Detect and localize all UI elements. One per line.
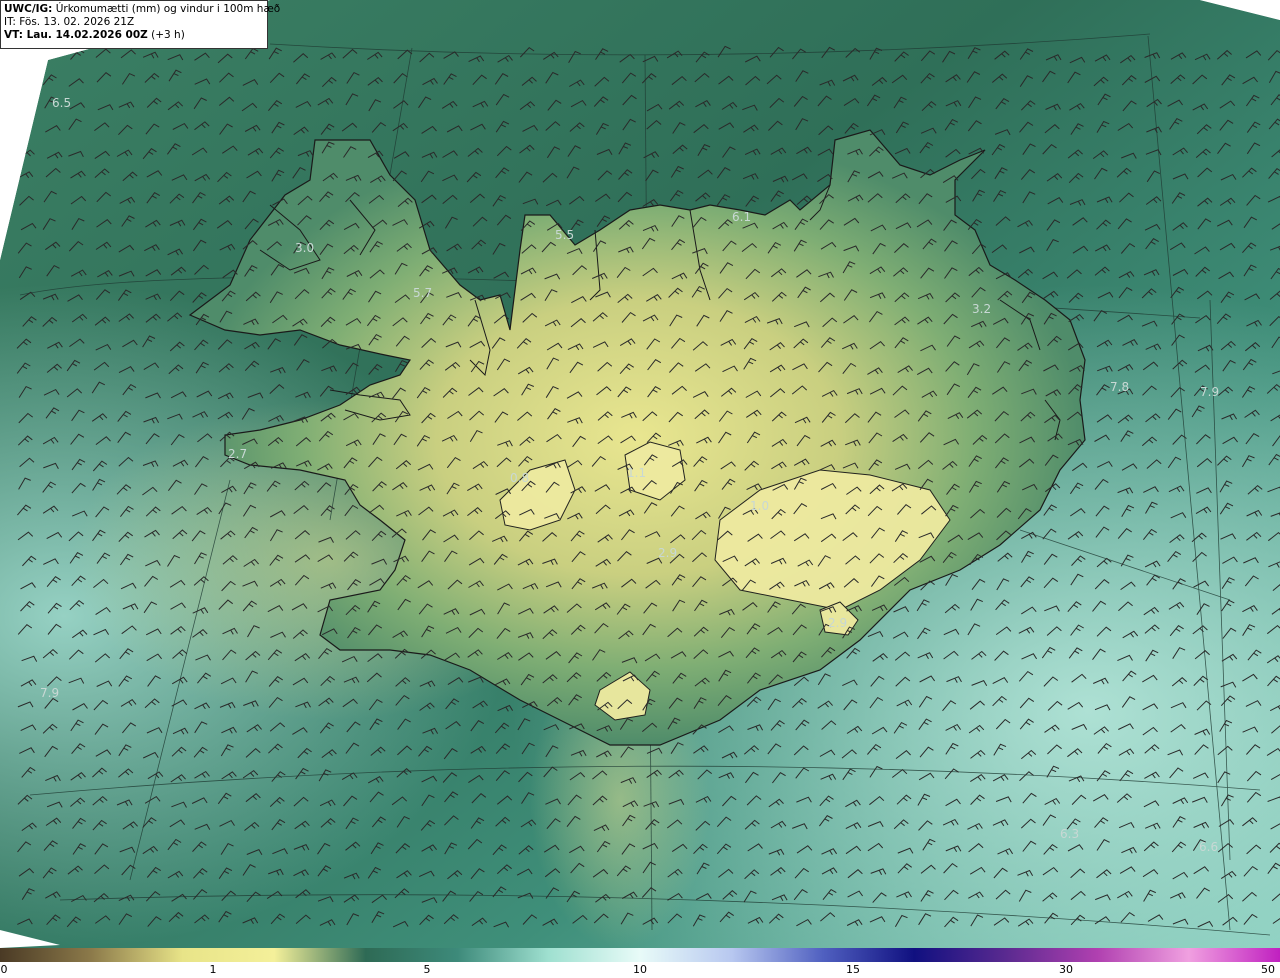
- map-value-label: 0.8: [510, 471, 529, 485]
- forecast-hour: (+3 h): [151, 29, 185, 41]
- map-value-label: 1.0: [750, 499, 769, 513]
- scale-tick-label: 0: [0, 963, 8, 976]
- map-value-label: 3.0: [295, 241, 314, 255]
- scale-tick-label: 10: [633, 963, 647, 976]
- scale-tick-label: 50: [1261, 963, 1275, 976]
- map-value-label: 2.7: [228, 447, 247, 461]
- map-value-label: 5.7: [413, 286, 432, 300]
- valid-time: VT: Lau. 14.02.2026 00Z: [4, 29, 148, 41]
- precipitable-water-map: 6.5 3.0 5.7 5.5 6.1 3.2 7.8 7.9 2.7 0.8 …: [0, 0, 1280, 948]
- product-code: UWC/IG:: [4, 3, 53, 15]
- map-canvas: 6.5 3.0 5.7 5.5 6.1 3.2 7.8 7.9 2.7 0.8 …: [0, 0, 1280, 948]
- map-value-label: 7.9: [40, 686, 59, 700]
- scale-tick-label: 1: [209, 963, 217, 976]
- map-value-label: 5.5: [555, 228, 574, 242]
- map-value-label: 6.5: [52, 96, 71, 110]
- map-value-label: 6.3: [1060, 827, 1079, 841]
- map-value-label: 2.9: [658, 546, 677, 560]
- map-value-label: 3.2: [972, 302, 991, 316]
- map-value-label: 2.9: [828, 616, 847, 630]
- scale-tick-label: 30: [1059, 963, 1073, 976]
- map-value-label: 7.9: [1200, 385, 1219, 399]
- map-value-label: 7.8: [1110, 380, 1129, 394]
- init-time: IT: Fös. 13. 02. 2026 21Z: [4, 16, 135, 28]
- map-value-label: 6.1: [732, 210, 751, 224]
- map-title: Úrkomumætti (mm) og vindur i 100m hæð: [55, 3, 281, 15]
- map-value-label: 6.6: [1199, 840, 1218, 854]
- scale-tick-label: 15: [846, 963, 860, 976]
- map-value-label: 1.1: [627, 466, 646, 480]
- map-header-box: UWC/IG: Úrkomumætti (mm) og vindur i 100…: [0, 0, 280, 49]
- scale-tick-label: 5: [423, 963, 431, 976]
- color-scale-bar: [0, 948, 1280, 962]
